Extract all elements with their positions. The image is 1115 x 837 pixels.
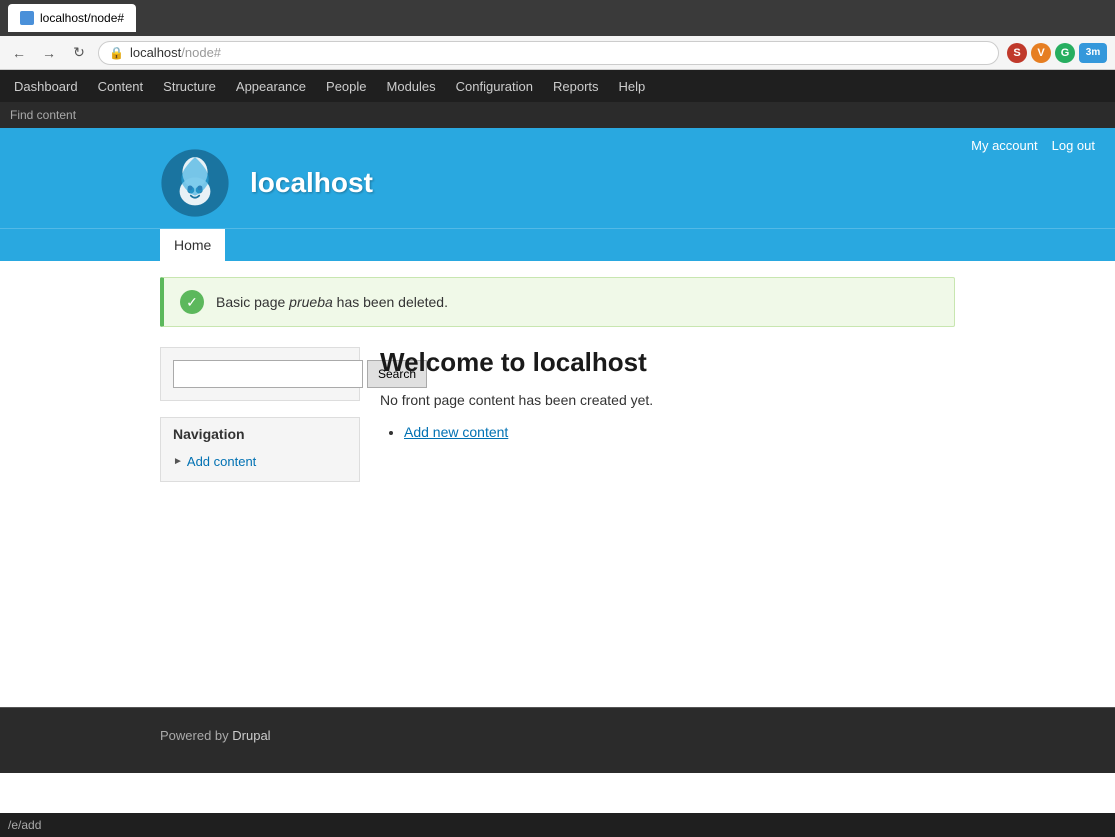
page-body-text: No front page content has been created y… [380, 392, 955, 408]
forward-button[interactable]: → [38, 42, 60, 64]
browser-icons: S V G 3m [1007, 43, 1107, 63]
search-input[interactable] [173, 360, 363, 388]
admin-nav-people[interactable]: People [316, 70, 376, 102]
deleted-page-name: prueba [289, 294, 333, 310]
find-content-link[interactable]: Find content [10, 108, 76, 122]
footer-text: Powered by Drupal [160, 728, 955, 743]
primary-nav: Home [0, 228, 1115, 261]
sidebar: Search Navigation ► Add content [160, 347, 360, 667]
url-text: localhost/node# [130, 45, 221, 60]
nav-home[interactable]: Home [160, 229, 225, 261]
url-bar[interactable]: 🔒 localhost/node# [98, 41, 999, 65]
address-bar: ← → ↻ 🔒 localhost/node# S V G 3m [0, 36, 1115, 70]
ext-icon-4[interactable]: 3m [1079, 43, 1107, 63]
back-button[interactable]: ← [8, 42, 30, 64]
ext-icon-1[interactable]: S [1007, 43, 1027, 63]
admin-nav-structure[interactable]: Structure [153, 70, 226, 102]
add-content-link[interactable]: ► Add content [173, 454, 347, 469]
browser-chrome: localhost/node# [0, 0, 1115, 36]
status-bar-url: /e/add [8, 818, 41, 832]
page-title: Welcome to localhost [380, 347, 955, 378]
user-links: My account Log out [971, 138, 1095, 153]
browser-tab[interactable]: localhost/node# [8, 4, 136, 32]
page-content: Search Navigation ► Add content Welcome … [0, 327, 1115, 687]
admin-toolbar: Dashboard Content Structure Appearance P… [0, 70, 1115, 102]
navigation-block-title: Navigation [161, 418, 359, 450]
my-account-link[interactable]: My account [971, 138, 1037, 153]
admin-nav-modules[interactable]: Modules [377, 70, 446, 102]
admin-nav-dashboard[interactable]: Dashboard [4, 70, 88, 102]
shortcuts-bar: Find content [0, 102, 1115, 128]
admin-nav-help[interactable]: Help [609, 70, 656, 102]
site-footer: Powered by Drupal [0, 707, 1115, 773]
log-out-link[interactable]: Log out [1052, 138, 1095, 153]
ext-icon-2[interactable]: V [1031, 43, 1051, 63]
drupal-link[interactable]: Drupal [232, 728, 270, 743]
drupal-logo [160, 148, 230, 218]
lock-icon: 🔒 [109, 46, 124, 60]
main-area: Welcome to localhost No front page conte… [380, 347, 955, 667]
admin-nav-configuration[interactable]: Configuration [446, 70, 543, 102]
page-links: Add new content [380, 424, 955, 440]
navigation-block: Navigation ► Add content [160, 417, 360, 482]
site-header: My account Log out localhost [0, 128, 1115, 228]
tab-favicon [20, 11, 34, 25]
reload-button[interactable]: ↻ [68, 42, 90, 64]
status-bar: /e/add [0, 813, 1115, 837]
admin-nav-reports[interactable]: Reports [543, 70, 609, 102]
status-icon: ✓ [180, 290, 204, 314]
admin-nav-content[interactable]: Content [88, 70, 154, 102]
add-new-content-link[interactable]: Add new content [404, 424, 508, 440]
status-message: ✓ Basic page prueba has been deleted. [160, 277, 955, 327]
nav-arrow-icon: ► [173, 456, 183, 467]
tab-title: localhost/node# [40, 11, 124, 25]
site-name: localhost [250, 167, 373, 199]
search-input-wrap: Search [173, 360, 347, 388]
ext-icon-3[interactable]: G [1055, 43, 1075, 63]
status-text: Basic page prueba has been deleted. [216, 294, 448, 310]
search-box: Search [160, 347, 360, 401]
admin-nav-appearance[interactable]: Appearance [226, 70, 316, 102]
navigation-block-content: ► Add content [161, 450, 359, 481]
